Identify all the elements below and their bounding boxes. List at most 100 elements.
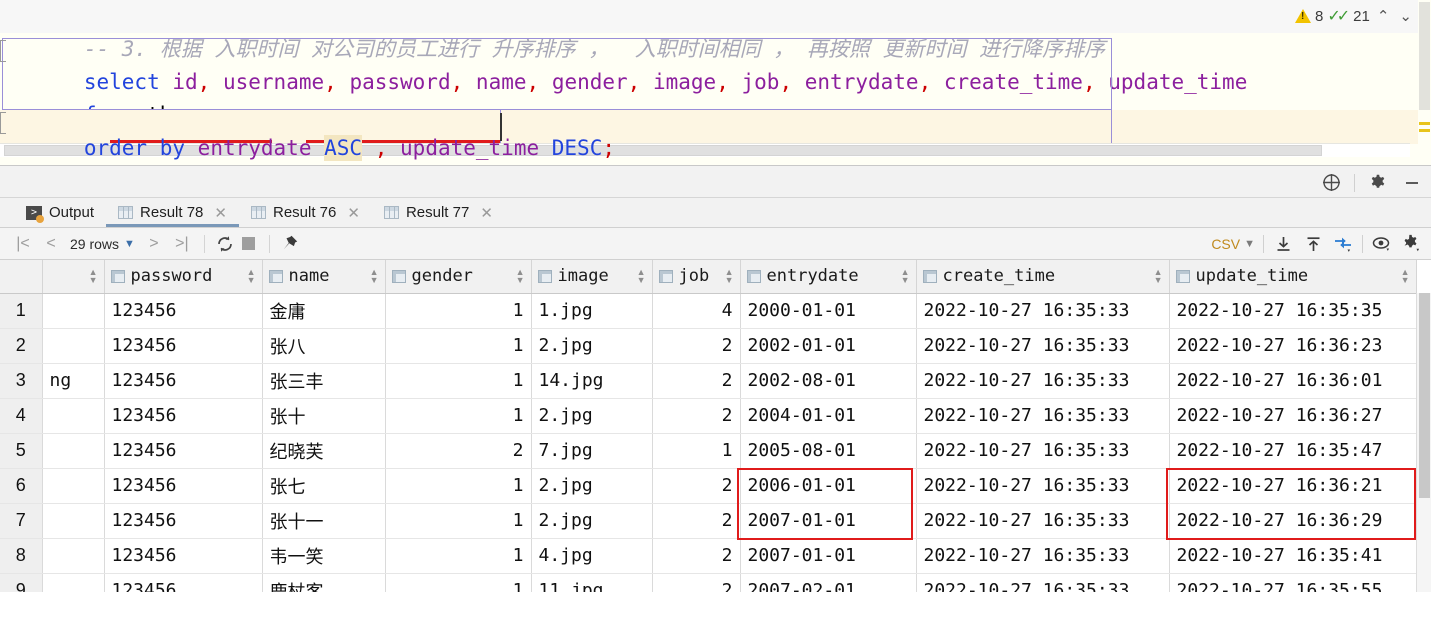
stop-icon[interactable] (238, 233, 260, 255)
cell-update-time[interactable]: 2022-10-27 16:35:35 (1169, 293, 1417, 329)
cell-name[interactable]: 韦一笑 (262, 538, 386, 574)
cell-username[interactable] (42, 398, 105, 434)
sort-indicator-icon[interactable]: ▲ ▼ (1401, 268, 1410, 285)
cell-name[interactable]: 张八 (262, 328, 386, 364)
cell-username[interactable] (42, 293, 105, 329)
gear-icon[interactable] (1401, 233, 1423, 255)
sort-indicator-icon[interactable]: ▲ ▼ (1154, 268, 1163, 285)
cell-username[interactable] (42, 468, 105, 504)
cell-image[interactable]: 2.jpg (531, 468, 653, 504)
cell-gender[interactable]: 1 (385, 293, 532, 329)
cell-name[interactable]: 张三丰 (262, 363, 386, 399)
cell-image[interactable]: 11.jpg (531, 573, 653, 592)
cell-gender[interactable]: 1 (385, 398, 532, 434)
sql-line-select[interactable]: select rownumid, username, password, nam… (0, 33, 1420, 94)
import-data-icon[interactable] (1302, 233, 1324, 255)
last-page-icon[interactable]: >| (169, 231, 195, 257)
tab-output[interactable]: > Output (14, 198, 106, 227)
cell-image[interactable]: 1.jpg (531, 293, 653, 329)
cell-entrydate[interactable]: 2007-01-01 (740, 538, 917, 574)
cell-entrydate[interactable]: 2002-01-01 (740, 328, 917, 364)
first-page-icon[interactable]: |< (10, 231, 36, 257)
cell-job[interactable]: 2 (652, 468, 741, 504)
column-header-gender[interactable]: gender ▲ ▼ (385, 260, 532, 294)
export-format-dropdown[interactable]: CSV ▼ (1211, 236, 1255, 252)
cell-entrydate[interactable]: 2007-02-01 (740, 573, 917, 592)
cell-create-time[interactable]: 2022-10-27 16:35:33 (916, 328, 1170, 364)
cell-create-time[interactable]: 2022-10-27 16:35:33 (916, 293, 1170, 329)
cell-create-time[interactable]: 2022-10-27 16:35:33 (916, 398, 1170, 434)
cell-name[interactable]: 纪晓芙 (262, 433, 386, 469)
cell-create-time[interactable]: 2022-10-27 16:35:33 (916, 538, 1170, 574)
cell-gender[interactable]: 1 (385, 328, 532, 364)
cell-update-time[interactable]: 2022-10-27 16:36:29 (1169, 503, 1417, 539)
sort-indicator-icon[interactable]: ▲ ▼ (637, 268, 646, 285)
cell-entrydate[interactable]: 2006-01-01 (740, 468, 917, 504)
cell-image[interactable]: 2.jpg (531, 398, 653, 434)
cell-job[interactable]: 2 (652, 573, 741, 592)
column-header-job[interactable]: job ▲ ▼ (652, 260, 741, 294)
cell-gender[interactable]: 2 (385, 433, 532, 469)
sort-indicator-icon[interactable]: ▲ ▼ (370, 268, 379, 285)
cell-entrydate[interactable]: 2004-01-01 (740, 398, 917, 434)
table-row[interactable]: 9 123456 鹿杖客 1 11.jpg 2 2007-02-01 2022-… (0, 573, 1417, 592)
cell-create-time[interactable]: 2022-10-27 16:35:33 (916, 363, 1170, 399)
column-header-image[interactable]: image ▲ ▼ (531, 260, 653, 294)
editor-scroll-thumb[interactable] (1419, 2, 1430, 110)
cell-username[interactable] (42, 433, 105, 469)
sql-line-from[interactable]: from tb_emp (0, 66, 1420, 127)
column-header-name[interactable]: name ▲ ▼ (262, 260, 386, 294)
sql-editor[interactable]: -- 3. 根据 入职时间 对公司的员工进行 升序排序 ， 入职时间相同 ， 再… (0, 0, 1431, 165)
column-header-update-time[interactable]: update_time ▲ ▼ (1169, 260, 1417, 294)
cell-create-time[interactable]: 2022-10-27 16:35:33 (916, 433, 1170, 469)
table-row[interactable]: 2 123456 张八 1 2.jpg 2 2002-01-01 2022-10… (0, 328, 1417, 364)
cell-entrydate[interactable]: 2005-08-01 (740, 433, 917, 469)
cell-gender[interactable]: 1 (385, 363, 532, 399)
cell-password[interactable]: 123456 (104, 433, 263, 469)
cell-gender[interactable]: 1 (385, 503, 532, 539)
cell-username[interactable] (42, 503, 105, 539)
column-header-entrydate[interactable]: entrydate ▲ ▼ (740, 260, 917, 294)
cell-create-time[interactable]: 2022-10-27 16:35:33 (916, 573, 1170, 592)
sort-indicator-icon[interactable]: ▲ ▼ (725, 268, 734, 285)
cell-password[interactable]: 123456 (104, 573, 263, 592)
sort-indicator-icon[interactable]: ▲ ▼ (89, 268, 98, 285)
cell-entrydate[interactable]: 2002-08-01 (740, 363, 917, 399)
cell-name[interactable]: 鹿杖客 (262, 573, 386, 592)
cell-update-time[interactable]: 2022-10-27 16:36:21 (1169, 468, 1417, 504)
compare-icon[interactable] (1332, 233, 1354, 255)
cell-name[interactable]: 张七 (262, 468, 386, 504)
cell-job[interactable]: 1 (652, 433, 741, 469)
column-header-username[interactable]: ▲ ▼ (42, 260, 105, 294)
cell-gender[interactable]: 1 (385, 538, 532, 574)
code-fold-marker-1[interactable] (0, 40, 6, 62)
cell-gender[interactable]: 1 (385, 573, 532, 592)
cell-image[interactable]: 2.jpg (531, 328, 653, 364)
pin-icon[interactable] (279, 233, 301, 255)
sql-comment-line[interactable]: -- 3. 根据 入职时间 对公司的员工进行 升序排序 ， 入职时间相同 ， 再… (0, 0, 1420, 61)
cell-job[interactable]: 2 (652, 328, 741, 364)
cell-password[interactable]: 123456 (104, 293, 263, 329)
grid-vertical-scrollbar[interactable] (1416, 293, 1431, 592)
cell-password[interactable]: 123456 (104, 538, 263, 574)
chevron-down-icon[interactable]: ⌄ (1396, 7, 1415, 25)
close-icon[interactable]: ✕ (214, 204, 227, 222)
export-data-icon[interactable] (1272, 233, 1294, 255)
row-count-dropdown[interactable]: 29 rows ▼ (66, 236, 139, 252)
cell-update-time[interactable]: 2022-10-27 16:35:47 (1169, 433, 1417, 469)
tab-result-77[interactable]: Result 77 ✕ (372, 198, 505, 227)
cell-update-time[interactable]: 2022-10-27 16:36:01 (1169, 363, 1417, 399)
close-icon[interactable]: ✕ (347, 204, 360, 222)
table-row[interactable]: 6 123456 张七 1 2.jpg 2 2006-01-01 2022-10… (0, 468, 1417, 504)
cell-job[interactable]: 4 (652, 293, 741, 329)
sql-line-orderby[interactable]: order by entrydate ASC , update_time DES… (0, 99, 1420, 161)
cell-image[interactable]: 14.jpg (531, 363, 653, 399)
cell-create-time[interactable]: 2022-10-27 16:35:33 (916, 503, 1170, 539)
tab-result-76[interactable]: Result 76 ✕ (239, 198, 372, 227)
cell-username[interactable]: ng (42, 363, 105, 399)
crosshair-icon[interactable] (1320, 172, 1342, 194)
refresh-icon[interactable] (214, 233, 236, 255)
chevron-up-icon[interactable]: ⌃ (1374, 7, 1393, 25)
cell-password[interactable]: 123456 (104, 503, 263, 539)
eye-icon[interactable] (1371, 233, 1393, 255)
